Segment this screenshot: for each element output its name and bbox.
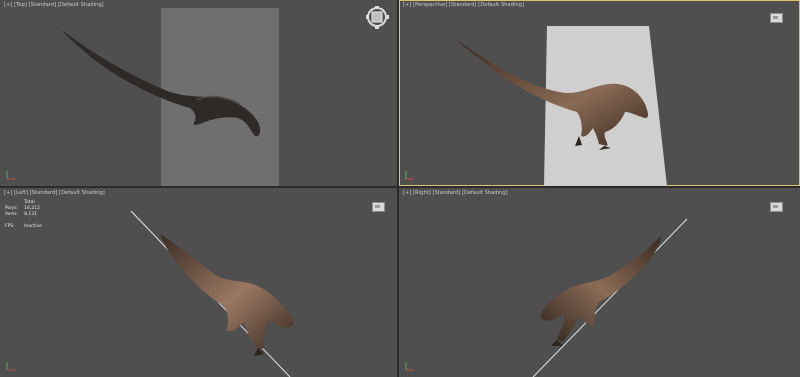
- viewcube-icon[interactable]: [770, 13, 783, 23]
- viewport-left[interactable]: [+] [Left] [Standard] [Default Shading] …: [0, 188, 397, 377]
- viewport-perspective[interactable]: [+] [Perspective] [Standard] [Default Sh…: [399, 0, 800, 186]
- viewport-grid: [+] [Top] [Standard] [Default Shading] […: [0, 0, 800, 377]
- viewport-label[interactable]: [+] [Right] [Standard] [Default Shading]: [403, 190, 508, 196]
- viewport-label[interactable]: [+] [Left] [Standard] [Default Shading]: [4, 190, 105, 196]
- dinosaur-model-left: [160, 234, 294, 350]
- stats-fps-value: Inactive: [24, 224, 42, 229]
- stats-fps-label: FPS:: [5, 224, 15, 229]
- viewport-label[interactable]: [+] [Perspective] [Standard] [Default Sh…: [403, 2, 524, 8]
- viewcube-compass-icon[interactable]: [0, 0, 397, 186]
- statistics-overlay: Total Polys: 16,212 Verts: 8,131 FPS: Inact…: [5, 200, 48, 230]
- viewport-right-canvas: [532, 218, 688, 377]
- dinosaur-model-right: [540, 236, 661, 342]
- axis-gizmo-icon: [405, 171, 414, 180]
- axis-gizmo-icon: [6, 362, 15, 371]
- viewport-left-canvas: [130, 210, 294, 377]
- viewcube-icon[interactable]: [770, 202, 783, 212]
- viewport-right[interactable]: [+] [Right] [Standard] [Default Shading]: [399, 188, 800, 377]
- axis-gizmo-icon: [405, 362, 414, 371]
- axis-gizmo-icon: [6, 171, 15, 180]
- viewport-perspective-canvas: [457, 26, 667, 186]
- viewcube-icon[interactable]: [372, 202, 385, 212]
- viewport-top[interactable]: [+] [Top] [Standard] [Default Shading]: [0, 0, 397, 186]
